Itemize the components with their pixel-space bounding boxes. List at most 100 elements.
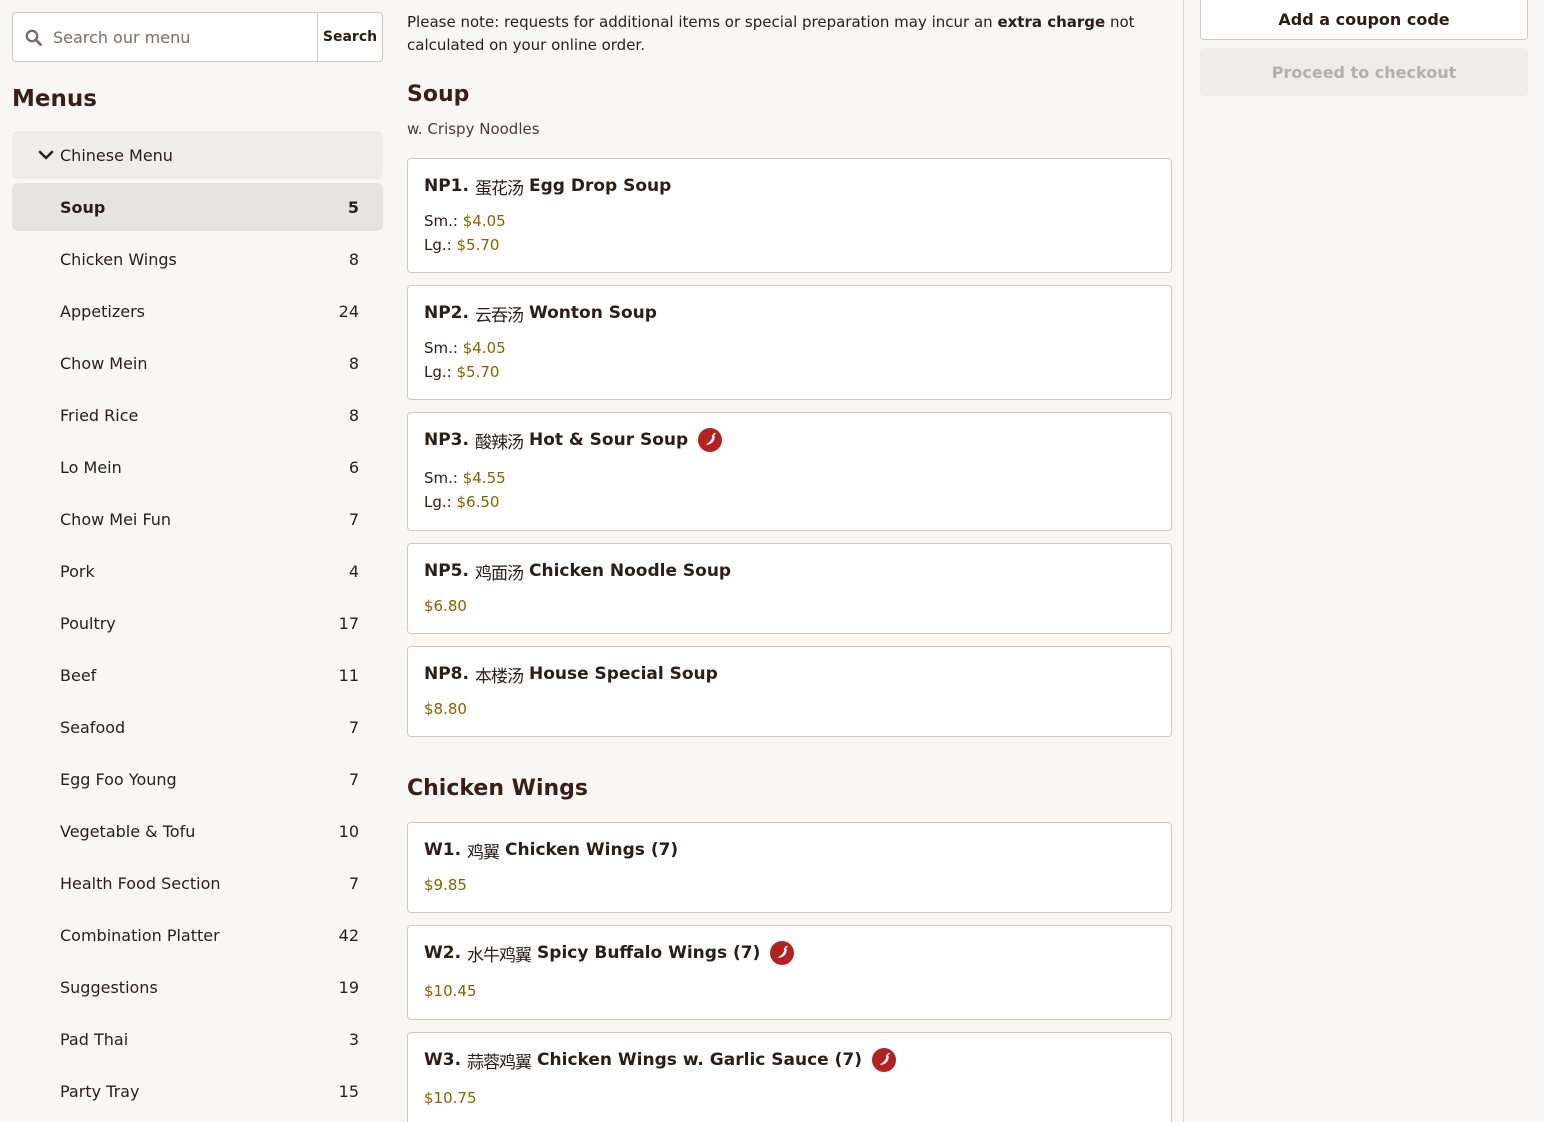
category-item-health-food[interactable]: Health Food Section 7: [12, 859, 383, 907]
category-item-chicken-wings[interactable]: Chicken Wings 8: [12, 235, 383, 283]
category-label: Chow Mei Fun: [60, 509, 172, 529]
category-count: 19: [338, 977, 359, 997]
category-item-soup[interactable]: Soup 5: [12, 183, 383, 231]
category-label: Soup: [60, 197, 106, 217]
item-chinese-name: 云吞汤: [474, 305, 524, 326]
category-label: Beef: [60, 665, 97, 685]
notice-text: Please note: requests for additional ite…: [407, 13, 998, 31]
search-button[interactable]: Search: [317, 13, 382, 61]
proceed-to-checkout-button[interactable]: Proceed to checkout: [1200, 48, 1528, 96]
item-chinese-name: 水牛鸡翼: [467, 945, 532, 966]
category-item-chow-mei-fun[interactable]: Chow Mei Fun 7: [12, 495, 383, 543]
price-label: Lg.:: [424, 363, 452, 381]
price-value: $6.80: [424, 597, 467, 615]
category-label: Pork: [60, 561, 95, 581]
menu-item-card[interactable]: NP8. 本楼汤 House Special Soup $8.80: [407, 646, 1172, 737]
item-title: NP2. 云吞汤 Wonton Soup: [424, 301, 1155, 326]
price-line: $10.75: [424, 1086, 1155, 1110]
item-name: Chicken Wings w. Garlic Sauce (7): [537, 1050, 862, 1070]
column-divider: [1183, 0, 1184, 1122]
category-item-chow-mein[interactable]: Chow Mein 8: [12, 339, 383, 387]
category-count: 42: [338, 925, 359, 945]
category-label: Lo Mein: [60, 457, 122, 477]
category-count: 4: [348, 561, 359, 581]
price-value: $10.45: [424, 982, 477, 1000]
item-title: NP5. 鸡面汤 Chicken Noodle Soup: [424, 559, 1155, 584]
category-count: 15: [338, 1081, 359, 1101]
add-coupon-button[interactable]: Add a coupon code: [1200, 0, 1528, 40]
category-count: 7: [348, 717, 359, 737]
category-label: Combination Platter: [60, 925, 220, 945]
category-item-appetizers[interactable]: Appetizers 24: [12, 287, 383, 335]
price-line: $9.85: [424, 873, 1155, 897]
item-code: NP1.: [424, 176, 469, 196]
category-label: Poultry: [60, 613, 116, 633]
menu-group-label: Chinese Menu: [60, 145, 173, 165]
item-name: Spicy Buffalo Wings (7): [537, 943, 761, 963]
category-count: 10: [338, 821, 359, 841]
search-box: Search: [12, 12, 383, 62]
item-name: Egg Drop Soup: [528, 176, 672, 196]
category-item-pork[interactable]: Pork 4: [12, 547, 383, 595]
price-label: Lg.:: [424, 236, 452, 254]
category-count: 3: [348, 1029, 359, 1049]
category-count: 8: [348, 249, 359, 269]
category-item-party-tray[interactable]: Party Tray 15: [12, 1067, 383, 1115]
category-item-suggestions[interactable]: Suggestions 19: [12, 963, 383, 1011]
chili-pepper-icon: [871, 1048, 896, 1072]
category-count: 6: [348, 457, 359, 477]
price-line: Sm.: $4.05: [424, 336, 1155, 360]
item-chinese-name: 鸡面汤: [474, 563, 524, 584]
category-item-poultry[interactable]: Poultry 17: [12, 599, 383, 647]
item-prices: Sm.: $4.55 Lg.: $6.50: [424, 466, 1155, 514]
menu-item-card[interactable]: NP5. 鸡面汤 Chicken Noodle Soup $6.80: [407, 543, 1172, 634]
price-line: $10.45: [424, 979, 1155, 1003]
item-prices: Sm.: $4.05 Lg.: $5.70: [424, 209, 1155, 257]
item-prices: Sm.: $4.05 Lg.: $5.70: [424, 336, 1155, 384]
price-line: Lg.: $5.70: [424, 233, 1155, 257]
item-name: Chicken Wings (7): [505, 840, 679, 860]
category-count: 17: [338, 613, 359, 633]
category-item-vegetable-tofu[interactable]: Vegetable & Tofu 10: [12, 807, 383, 855]
category-label: Vegetable & Tofu: [60, 821, 196, 841]
category-item-pad-thai[interactable]: Pad Thai 3: [12, 1015, 383, 1063]
price-label: Lg.:: [424, 493, 452, 511]
menu-item-card[interactable]: W2. 水牛鸡翼 Spicy Buffalo Wings (7) $10.45: [407, 925, 1172, 1020]
menu-item-card[interactable]: NP2. 云吞汤 Wonton Soup Sm.: $4.05 Lg.: $5.70: [407, 285, 1172, 400]
menu-item-card[interactable]: W3. 蒜蓉鸡翼 Chicken Wings w. Garlic Sauce (7)…: [407, 1032, 1172, 1122]
category-label: Suggestions: [60, 977, 158, 997]
price-line: Sm.: $4.55: [424, 466, 1155, 490]
item-title: W3. 蒜蓉鸡翼 Chicken Wings w. Garlic Sauce (7): [424, 1048, 1155, 1073]
category-item-combination-platter[interactable]: Combination Platter 42: [12, 911, 383, 959]
menu-item-card[interactable]: NP3. 酸辣汤 Hot & Sour Soup Sm.: $4.55 Lg.: $…: [407, 412, 1172, 531]
menu-item-card[interactable]: W1. 鸡翼 Chicken Wings (7) $9.85: [407, 822, 1172, 913]
category-item-seafood[interactable]: Seafood 7: [12, 703, 383, 751]
price-label: Sm.:: [424, 212, 458, 230]
menu-group-toggle[interactable]: Chinese Menu: [12, 131, 383, 179]
category-count: 5: [347, 197, 359, 217]
price-label: Sm.:: [424, 469, 458, 487]
category-count: 24: [338, 301, 359, 321]
category-count: 8: [348, 353, 359, 373]
search-input[interactable]: [53, 13, 317, 61]
category-count: 7: [348, 769, 359, 789]
category-label: Seafood: [60, 717, 126, 737]
menu-item-card[interactable]: NP1. 蛋花汤 Egg Drop Soup Sm.: $4.05 Lg.: $5.…: [407, 158, 1172, 273]
category-item-fried-rice[interactable]: Fried Rice 8: [12, 391, 383, 439]
category-label: Pad Thai: [60, 1029, 129, 1049]
price-value: $5.70: [456, 363, 500, 381]
category-item-lo-mein[interactable]: Lo Mein 6: [12, 443, 383, 491]
item-chinese-name: 蒜蓉鸡翼: [467, 1052, 532, 1073]
item-title: W2. 水牛鸡翼 Spicy Buffalo Wings (7): [424, 941, 1155, 966]
price-value: $8.80: [424, 700, 467, 718]
category-item-egg-foo-young[interactable]: Egg Foo Young 7: [12, 755, 383, 803]
item-title: NP3. 酸辣汤 Hot & Sour Soup: [424, 428, 1155, 453]
item-code: W2.: [424, 943, 462, 963]
category-item-beef[interactable]: Beef 11: [12, 651, 383, 699]
chili-pepper-icon: [770, 941, 795, 965]
category-count: 7: [348, 873, 359, 893]
category-list: Soup 5 Chicken Wings 8 Appetizers 24 Chow M…: [12, 183, 383, 1119]
item-title: NP1. 蛋花汤 Egg Drop Soup: [424, 174, 1155, 199]
item-name: Wonton Soup: [528, 303, 657, 323]
price-label: Sm.:: [424, 339, 458, 357]
